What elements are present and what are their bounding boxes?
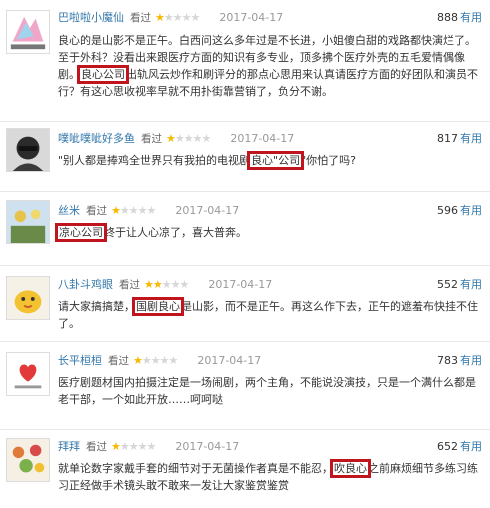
- useful-link[interactable]: 有用: [460, 130, 482, 146]
- avatar-image: [7, 439, 49, 481]
- watched-label: 看过: [119, 278, 140, 291]
- avatar-image: [7, 11, 49, 53]
- highlighted-phrase: 凉心公司: [55, 223, 107, 242]
- review-content: 医疗剧题材国内拍摄注定是一场闹剧，两个主角，不能说没演技，只是一个满什么都是老干…: [58, 374, 482, 408]
- user-avatar[interactable]: [6, 352, 50, 396]
- review-content: 就单论数字家戴手套的细节对于无菌操作者真是不能忍，吹良心之前麻烦细节多练习练习正…: [58, 459, 482, 494]
- watched-label: 看过: [86, 440, 107, 453]
- useful-count: 652: [437, 439, 458, 453]
- review-text-continued: "你怕了吗?: [301, 154, 357, 167]
- useful-count: 596: [437, 203, 458, 217]
- review-date: 2017-04-17: [175, 439, 240, 453]
- user-avatar[interactable]: [6, 200, 50, 244]
- useful-link[interactable]: 有用: [460, 202, 482, 218]
- user-avatar[interactable]: [6, 438, 50, 482]
- user-avatar[interactable]: [6, 128, 50, 172]
- review-date: 2017-04-17: [197, 353, 262, 367]
- useful-link[interactable]: 有用: [460, 438, 482, 454]
- avatar-image: [7, 201, 49, 243]
- star-rating: ★★★★★: [111, 439, 156, 453]
- username-link[interactable]: 八卦斗鸡眼: [58, 276, 113, 292]
- star-rating: ★★★★★: [133, 353, 178, 367]
- review-item: 八卦斗鸡眼 看过 ★★★★★ 2017-04-17 552 有用 请大家搞搞楚，…: [0, 266, 490, 342]
- review-content: "别人都是捧鸡全世界只有我拍的电视剧良心"公司"你怕了吗?: [58, 151, 482, 170]
- username-link[interactable]: 噗呲噗呲好多鱼: [58, 130, 135, 146]
- useful-vote[interactable]: 552 有用: [437, 276, 482, 292]
- star-rating: ★★★★★: [166, 131, 211, 145]
- review-date: 2017-04-17: [230, 131, 295, 145]
- useful-count: 888: [437, 10, 458, 24]
- highlighted-phrase: 良心公司: [77, 65, 129, 84]
- username-link[interactable]: 巴啦啦小魔仙: [58, 9, 124, 25]
- avatar-image: [7, 129, 49, 171]
- review-date: 2017-04-17: [208, 277, 273, 291]
- useful-vote[interactable]: 817 有用: [437, 130, 482, 146]
- watched-label: 看过: [130, 11, 151, 24]
- review-item: 长平桓桓 看过 ★★★★★ 2017-04-17 783 有用 医疗剧题材国内拍…: [0, 342, 490, 430]
- useful-vote[interactable]: 596 有用: [437, 202, 482, 218]
- highlighted-phrase: 国剧良心: [132, 297, 184, 316]
- review-text-continued: 终于让人心凉了，喜大普奔。: [104, 226, 247, 239]
- review-meta: 长平桓桓 看过 ★★★★★ 2017-04-17: [58, 352, 261, 368]
- useful-vote[interactable]: 783 有用: [437, 352, 482, 368]
- avatar-image: [7, 353, 49, 395]
- review-meta: 拜拜 看过 ★★★★★ 2017-04-17: [58, 438, 239, 454]
- review-date: 2017-04-17: [175, 203, 240, 217]
- review-text: 请大家搞搞楚，: [58, 300, 135, 313]
- review-content: 请大家搞搞楚，国剧良心是山影，而不是正午。再这么作下去，正午的遮羞布快挂不住了。: [58, 297, 482, 332]
- review-item: 拜拜 看过 ★★★★★ 2017-04-17 652 有用 就单论数字家戴手套的…: [0, 430, 490, 508]
- useful-link[interactable]: 有用: [460, 9, 482, 25]
- highlighted-phrase: 良心"公司: [247, 151, 305, 170]
- review-content: 良心的是山影不是正午。白西问这么多年过是不长进，小姐傻白甜的戏路都快演烂了。至于…: [58, 32, 482, 100]
- review-text: 医疗剧题材国内拍摄注定是一场闹剧，两个主角，不能说没演技，只是一个满什么都是老干…: [58, 376, 476, 406]
- review-content: 凉心公司终于让人心凉了，喜大普奔。: [55, 223, 482, 242]
- useful-count: 817: [437, 131, 458, 145]
- user-avatar[interactable]: [6, 10, 50, 54]
- highlighted-phrase: 吹良心: [330, 459, 371, 478]
- username-link[interactable]: 长平桓桓: [58, 352, 102, 368]
- star-rating: ★★★★★: [111, 203, 156, 217]
- user-avatar[interactable]: [6, 276, 50, 320]
- useful-count: 552: [437, 277, 458, 291]
- watched-label: 看过: [86, 204, 107, 217]
- review-meta: 噗呲噗呲好多鱼 看过 ★★★★★ 2017-04-17: [58, 130, 294, 146]
- useful-count: 783: [437, 353, 458, 367]
- review-meta: 丝米 看过 ★★★★★ 2017-04-17: [58, 202, 239, 218]
- review-item: 噗呲噗呲好多鱼 看过 ★★★★★ 2017-04-17 817 有用 "别人都是…: [0, 122, 490, 192]
- useful-vote[interactable]: 652 有用: [437, 438, 482, 454]
- username-link[interactable]: 拜拜: [58, 438, 80, 454]
- star-rating: ★★★★★: [144, 277, 189, 291]
- useful-vote[interactable]: 888 有用: [437, 9, 482, 25]
- review-item: 巴啦啦小魔仙 看过 ★★★★★ 2017-04-17 888 有用 良心的是山影…: [0, 0, 490, 122]
- star-rating: ★★★★★: [155, 10, 200, 24]
- review-meta: 八卦斗鸡眼 看过 ★★★★★ 2017-04-17: [58, 276, 272, 292]
- review-meta: 巴啦啦小魔仙 看过 ★★★★★ 2017-04-17: [58, 9, 283, 25]
- review-item: 丝米 看过 ★★★★★ 2017-04-17 596 有用 凉心公司终于让人心凉…: [0, 192, 490, 266]
- review-text: 就单论数字家戴手套的细节对于无菌操作者真是不能忍，: [58, 462, 333, 475]
- useful-link[interactable]: 有用: [460, 276, 482, 292]
- username-link[interactable]: 丝米: [58, 202, 80, 218]
- useful-link[interactable]: 有用: [460, 352, 482, 368]
- review-text: "别人都是捧鸡全世界只有我拍的电视剧: [58, 154, 251, 167]
- review-date: 2017-04-17: [219, 10, 284, 24]
- avatar-image: [7, 277, 49, 319]
- watched-label: 看过: [108, 354, 129, 367]
- watched-label: 看过: [141, 132, 162, 145]
